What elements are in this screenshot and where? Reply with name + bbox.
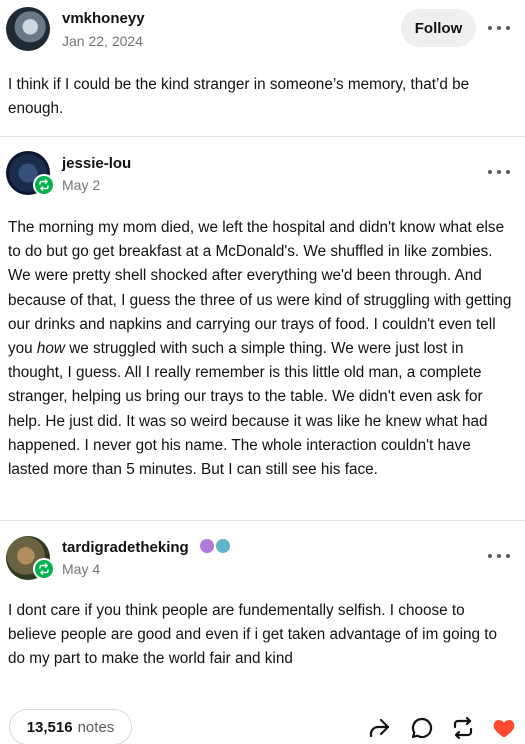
post-body-emphasis: how: [36, 340, 65, 358]
post-reblog: jessie-lou May 2 The morning my mom died…: [0, 136, 525, 520]
avatar[interactable]: [6, 7, 50, 51]
post-body-text: The morning my mom died, we left the hos…: [8, 216, 515, 482]
post-username[interactable]: jessie-lou: [62, 155, 131, 172]
badge-icon: [200, 539, 214, 553]
more-options-icon[interactable]: [488, 551, 510, 561]
user-badges[interactable]: [200, 539, 230, 553]
post-body-text: I dont care if you think people are fund…: [8, 602, 498, 668]
heart-icon[interactable]: [492, 716, 516, 740]
post-original: vmkhoneyy Jan 22, 2024 Follow I think if…: [0, 0, 525, 136]
reblog-icon[interactable]: [451, 716, 475, 740]
post-username[interactable]: vmkhoneyy: [62, 10, 145, 27]
reply-icon[interactable]: [410, 716, 434, 740]
share-icon[interactable]: [367, 716, 391, 740]
notes-count: 13,516: [26, 718, 73, 736]
post-body-segment: The morning my mom died, we left the hos…: [8, 219, 512, 358]
reblog-badge-icon: [33, 558, 55, 580]
post-date[interactable]: May 2: [62, 177, 100, 193]
post-footer: 13,516 notes: [0, 708, 525, 744]
reblog-badge-icon: [33, 174, 55, 196]
tumblr-post-thread: vmkhoneyy Jan 22, 2024 Follow I think if…: [0, 0, 525, 744]
post-date[interactable]: Jan 22, 2024: [62, 33, 143, 49]
post-body-text: I think if I could be the kind stranger …: [8, 76, 470, 118]
notes-button[interactable]: 13,516 notes: [9, 709, 132, 744]
more-options-icon[interactable]: [488, 23, 510, 33]
follow-button[interactable]: Follow: [401, 9, 476, 47]
more-options-icon[interactable]: [488, 167, 510, 177]
notes-label: notes: [77, 718, 115, 736]
badge-icon: [216, 539, 230, 553]
post-body-segment: we struggled with such a simple thing. W…: [8, 340, 488, 479]
post-date[interactable]: May 4: [62, 561, 100, 577]
post-username[interactable]: tardigradetheking: [62, 539, 189, 556]
